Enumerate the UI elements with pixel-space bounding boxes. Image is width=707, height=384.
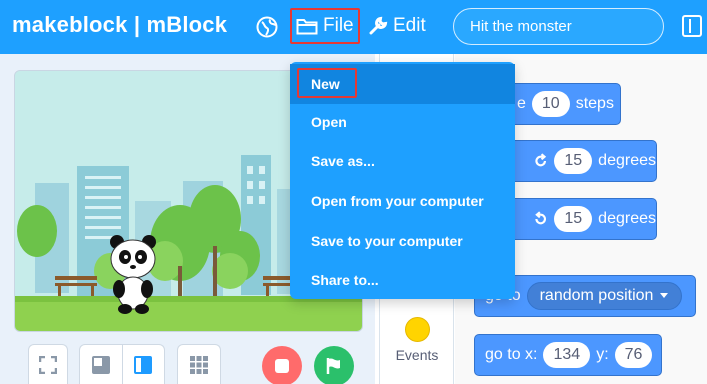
small-stage-button[interactable] (80, 345, 122, 384)
grid-layout-button[interactable] (177, 344, 221, 384)
app-logo: makeblock | mBlock (12, 12, 228, 37)
folder-icon (296, 19, 318, 35)
menu-item-label: Save as... (311, 153, 375, 169)
move-steps-label: steps (575, 95, 614, 112)
flag-icon (326, 358, 340, 374)
wrench-icon (369, 16, 388, 35)
move-block-text: e (517, 95, 526, 112)
go-to-x-label: go to x: (485, 346, 538, 363)
edit-menu-label: Edit (393, 15, 426, 36)
go-to-xy-block[interactable]: go to x: 134 y: 76 (474, 334, 662, 376)
globe-icon[interactable] (256, 16, 278, 38)
large-stage-button[interactable] (121, 345, 164, 384)
green-flag-button[interactable] (314, 346, 354, 384)
menu-item-label: Share to... (311, 272, 379, 288)
rotate-left-icon (535, 211, 547, 225)
menu-item-label: Open (311, 114, 347, 130)
edit-menu-button[interactable]: Edit (368, 8, 434, 44)
menu-item-open-from-computer[interactable]: Open from your computer (290, 181, 515, 221)
menu-item-label: Save to your computer (311, 233, 463, 249)
events-category-label[interactable]: Events (384, 347, 450, 363)
panel-toggle-icon[interactable] (682, 15, 702, 37)
go-to-target-dropdown[interactable]: random position (526, 282, 683, 310)
file-menu-label: File (323, 15, 354, 36)
turn-left-degrees-input[interactable]: 15 (554, 206, 593, 232)
project-name-input[interactable]: Hit the monster (453, 8, 664, 45)
stop-button[interactable] (262, 346, 302, 384)
file-dropdown-menu: New Open Save as... Open from your compu… (290, 62, 515, 299)
move-steps-input[interactable]: 10 (531, 91, 570, 117)
menu-item-label: Open from your computer (311, 193, 484, 209)
turn-right-degrees-label: degrees (598, 152, 656, 169)
menu-item-save-as[interactable]: Save as... (290, 141, 515, 181)
large-stage-icon (134, 355, 153, 374)
go-to-y-input[interactable]: 76 (614, 342, 653, 368)
go-to-target-value: random position (539, 287, 654, 304)
turn-right-degrees-input[interactable]: 15 (554, 148, 593, 174)
file-menu-button[interactable]: File (290, 8, 360, 44)
new-highlight-outline (297, 68, 357, 98)
stop-icon (275, 359, 289, 373)
go-to-y-label: y: (596, 346, 609, 363)
fullscreen-button[interactable] (28, 344, 68, 384)
turn-left-degrees-label: degrees (598, 210, 656, 227)
dropdown-arrow-icon (660, 293, 669, 298)
fullscreen-icon (39, 355, 57, 374)
go-to-x-input[interactable]: 134 (543, 342, 591, 368)
events-category-dot[interactable] (405, 317, 430, 342)
rotate-right-icon (535, 153, 547, 167)
menu-item-save-to-computer[interactable]: Save to your computer (290, 221, 515, 261)
grid-icon (190, 355, 208, 374)
small-stage-icon (91, 355, 110, 374)
menu-item-share[interactable]: Share to... (290, 260, 515, 300)
stage-size-toggle (79, 344, 165, 384)
menu-item-open[interactable]: Open (290, 102, 515, 142)
top-menu-bar: makeblock | mBlock File Edit Hit the mon… (0, 0, 707, 54)
